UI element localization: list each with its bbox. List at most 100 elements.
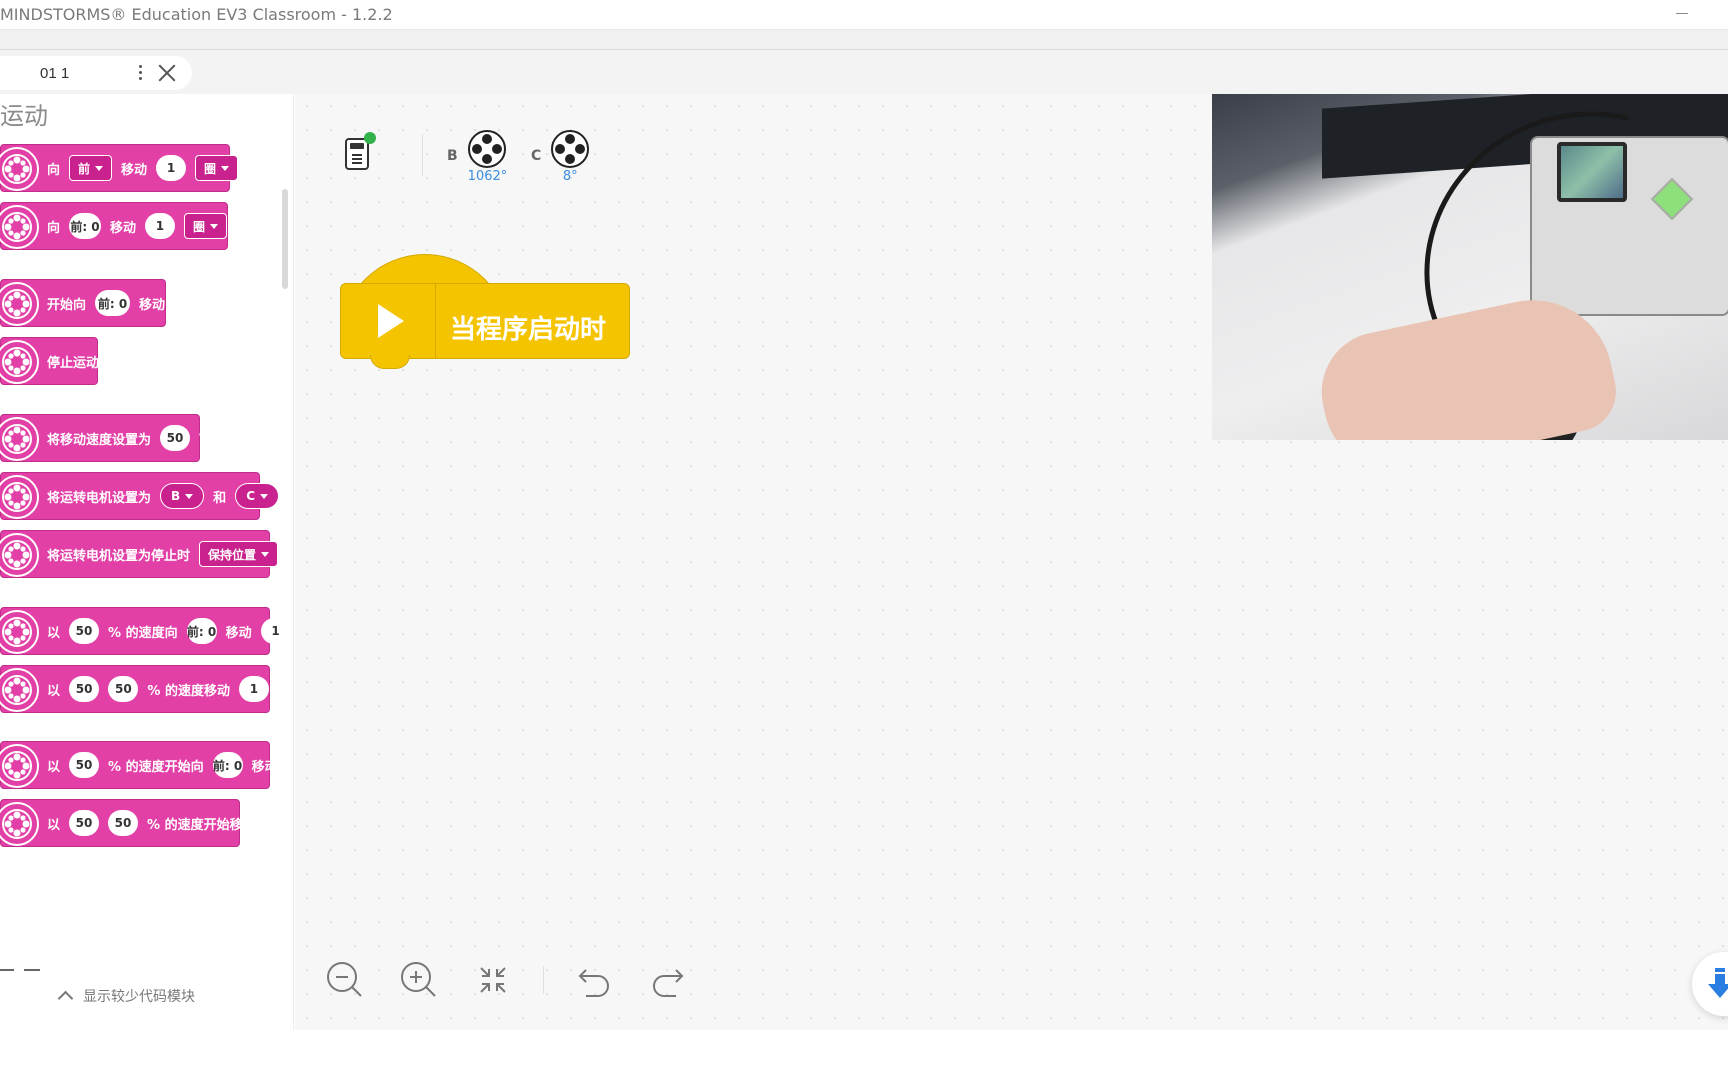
- motor-pair-icon: [0, 802, 39, 846]
- block-value-input[interactable]: 前: 0: [212, 752, 243, 778]
- motion-block[interactable]: 将运转电机设置为停止时 保持位置: [0, 530, 279, 578]
- block-value-input[interactable]: 50: [69, 810, 100, 836]
- block-value-input[interactable]: 前: 0: [69, 213, 101, 239]
- block-dropdown[interactable]: 保持位置: [199, 541, 279, 567]
- block-value-input[interactable]: 1: [238, 676, 269, 702]
- block-text: 向: [47, 162, 61, 178]
- fit-screen-icon[interactable]: [473, 960, 513, 1000]
- motor-pair-icon: [0, 475, 39, 519]
- close-tab-icon[interactable]: [156, 62, 178, 84]
- block-text: 停止运动: [47, 355, 100, 371]
- block-value-input[interactable]: 1: [260, 618, 291, 644]
- block-dropdown[interactable]: 圈: [183, 213, 227, 239]
- motion-block[interactable]: 以 50 50 % 的速度移动 1: [0, 665, 270, 713]
- redo-icon[interactable]: [648, 960, 688, 1000]
- show-fewer-blocks-button[interactable]: 显示较少代码模块: [57, 986, 195, 1007]
- canvas-toolbar: [325, 960, 722, 1000]
- motor-port-label: B: [447, 148, 458, 164]
- motor-pair-icon: [0, 282, 39, 326]
- motion-block[interactable]: 停止运动: [0, 337, 100, 385]
- palette-scrollbar[interactable]: [282, 189, 288, 289]
- block-dropdown[interactable]: 前: [69, 155, 113, 181]
- motion-block[interactable]: 以 50 50 % 的速度开始移动: [0, 799, 256, 847]
- connected-status-icon: [364, 132, 376, 144]
- minimize-button[interactable]: [1668, 0, 1696, 28]
- chevron-up-icon: [57, 990, 74, 1007]
- block-text: 开始向: [47, 297, 87, 313]
- hat-block-label: 当程序启动时: [450, 315, 607, 345]
- toolbar-divider: [543, 966, 544, 994]
- tab-bar: 01 1: [0, 50, 1728, 94]
- block-value-input[interactable]: 50: [108, 810, 139, 836]
- block-value-input[interactable]: 50: [69, 752, 100, 778]
- block-value-input[interactable]: 前: 0: [186, 618, 217, 644]
- project-tab-name: 01 1: [40, 65, 70, 82]
- block-text: 移动: [251, 759, 278, 775]
- motor-icon: [468, 130, 507, 168]
- motion-block[interactable]: 将运转电机设置为 B 和 C: [0, 472, 279, 520]
- block-dropdown[interactable]: 圈: [195, 155, 239, 181]
- motor-pair-icon: [0, 744, 39, 788]
- download-arrow-icon: [1708, 968, 1728, 998]
- ev3-brick-icon[interactable]: [345, 132, 376, 170]
- block-text: 以: [47, 625, 61, 641]
- webcam-overlay: [1212, 94, 1728, 440]
- bottom-strip: [0, 1030, 1728, 1080]
- motor-pair-icon: [0, 417, 39, 461]
- block-text: % 的速度开始移动: [147, 817, 256, 833]
- zoom-out-icon[interactable]: [325, 960, 365, 1000]
- motion-block[interactable]: 开始向 前: 0 移动: [0, 279, 166, 327]
- block-text: 将运转电机设置为: [47, 490, 152, 506]
- block-text: 向: [47, 220, 61, 236]
- show-fewer-blocks-label: 显示较少代码模块: [83, 989, 195, 1005]
- block-value-input[interactable]: 50: [69, 676, 100, 702]
- block-value-input[interactable]: 前: 0: [95, 290, 130, 316]
- title-bar: MINDSTORMS® Education EV3 Classroom - 1.…: [0, 0, 1728, 30]
- more-options-icon[interactable]: [136, 62, 144, 84]
- motor-pair-icon: [0, 610, 39, 654]
- palette-category-title: 运动: [0, 102, 48, 130]
- block-value-input[interactable]: 1: [156, 155, 187, 181]
- hub-divider: [422, 134, 423, 176]
- block-text: 以: [47, 759, 61, 775]
- block-text: 移动: [225, 625, 252, 641]
- block-value-input[interactable]: 50: [69, 618, 100, 644]
- motor-pair-icon: [0, 668, 39, 712]
- port-dropdown[interactable]: B: [160, 483, 205, 509]
- block-text: % 的速度移动: [147, 683, 230, 699]
- motor-port-c[interactable]: C 8°: [531, 130, 590, 184]
- motion-block[interactable]: 以 50 % 的速度开始向 前: 0 移动: [0, 741, 278, 789]
- motor-port-label: C: [531, 148, 542, 164]
- block-text: 将运转电机设置为停止时: [47, 548, 191, 564]
- motion-block[interactable]: 向前: 0 移动 1 圈: [0, 202, 228, 250]
- project-tab[interactable]: 01 1: [0, 56, 192, 90]
- undo-icon[interactable]: [574, 960, 614, 1000]
- block-text: % 的速度向: [108, 625, 178, 641]
- when-program-starts-block[interactable]: 当程序启动时: [340, 254, 630, 384]
- motor-pair-icon: [0, 533, 39, 577]
- motion-block[interactable]: 向前移动 1 圈: [0, 144, 239, 192]
- block-text: 以: [47, 683, 61, 699]
- block-value-input[interactable]: 50: [160, 425, 191, 451]
- block-palette: 运动 向前移动 1 圈向前: 0 移动 1 圈开始向 前: 0 移动 停止运动 将移动速度设置为 5…: [0, 94, 294, 1030]
- block-text: 移动: [109, 220, 136, 236]
- block-text: %: [199, 430, 213, 446]
- block-text: 将移动速度设置为: [47, 432, 152, 448]
- block-text: 移动: [121, 162, 148, 178]
- motor-icon: [551, 130, 590, 168]
- zoom-in-icon[interactable]: [399, 960, 439, 1000]
- block-value-input[interactable]: 1: [144, 213, 175, 239]
- motor-port-b[interactable]: B 1062°: [447, 130, 507, 184]
- motor-degrees: 8°: [562, 169, 578, 184]
- block-text: 和: [213, 490, 227, 506]
- window-title: MINDSTORMS® Education EV3 Classroom - 1.…: [0, 5, 393, 24]
- port-dropdown[interactable]: C: [235, 483, 279, 509]
- play-icon: [340, 283, 436, 359]
- motion-block[interactable]: 将移动速度设置为 50%: [0, 414, 212, 462]
- palette-separator: [0, 969, 40, 973]
- motor-pair-icon: [0, 147, 39, 191]
- block-value-input[interactable]: 50: [108, 676, 139, 702]
- motion-block[interactable]: 以 50 % 的速度向 前: 0 移动 1: [0, 607, 291, 655]
- menu-strip: [0, 30, 1728, 50]
- motor-pair-icon: [0, 205, 39, 249]
